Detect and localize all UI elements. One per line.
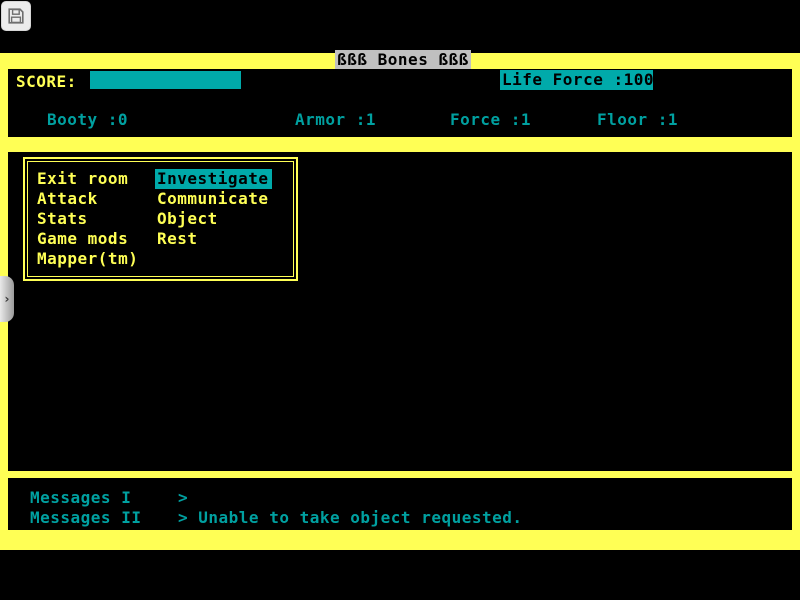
score-label: SCORE: [16,72,77,91]
game-title: ßßß Bones ßßß [335,50,471,69]
menu-item-rest[interactable]: Rest [157,229,287,249]
game-screen: ßßß Bones ßßß SCORE: 0 Life Force :100 B… [0,0,800,600]
menu-item-exit-room[interactable]: Exit room [37,169,157,189]
messages-2-text: > Unable to take object requested. [178,508,523,527]
menu-column-right: Investigate Communicate Object Rest [157,169,287,249]
messages-1-text: > [178,488,188,507]
menu-item-attack[interactable]: Attack [37,189,157,209]
stat-booty: Booty :0 [47,110,128,129]
messages-1-label: Messages I [30,488,131,507]
menu-item-mapper[interactable]: Mapper(tm) [37,249,157,269]
stat-force: Force :1 [450,110,531,129]
life-force-badge: Life Force :100 [500,70,653,90]
action-menu: Exit room Attack Stats Game mods Mapper(… [23,157,298,281]
stat-armor: Armor :1 [295,110,376,129]
menu-item-investigate[interactable]: Investigate [157,169,287,189]
score-bar: 0 [90,71,241,89]
stat-floor: Floor :1 [597,110,678,129]
messages-2-label: Messages II [30,508,141,527]
menu-item-communicate[interactable]: Communicate [157,189,287,209]
main-viewport: Exit room Attack Stats Game mods Mapper(… [8,152,792,471]
menu-item-game-mods[interactable]: Game mods [37,229,157,249]
score-value: 0 [225,88,235,107]
menu-item-stats[interactable]: Stats [37,209,157,229]
chevron-right-icon: › [5,292,10,306]
messages-panel: Messages I > Messages II > Unable to tak… [8,478,792,530]
save-icon [6,6,26,26]
selected-menu-highlight[interactable]: Investigate [155,169,272,189]
save-button[interactable] [1,1,31,31]
menu-column-left: Exit room Attack Stats Game mods Mapper(… [37,169,157,269]
menu-item-object[interactable]: Object [157,209,287,229]
sidebar-expand-handle[interactable]: › [0,276,14,322]
hud-panel: SCORE: 0 Life Force :100 Booty :0 Armor … [8,69,792,137]
